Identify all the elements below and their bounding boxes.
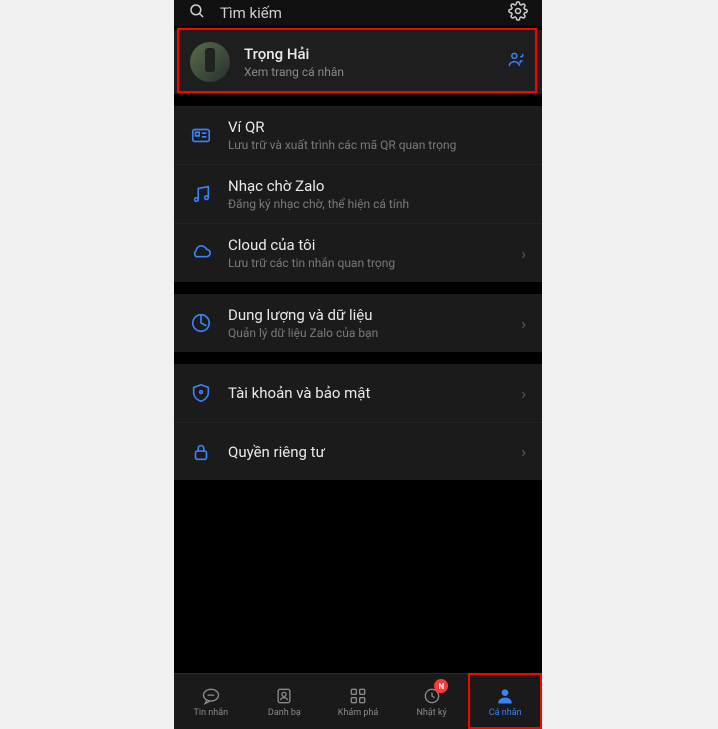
nav-label: Cá nhân bbox=[489, 708, 522, 718]
person-icon bbox=[495, 686, 515, 706]
profile-info: Trọng Hải Xem trang cá nhân bbox=[244, 45, 492, 79]
chevron-right-icon: › bbox=[521, 244, 526, 263]
cloud-icon bbox=[190, 242, 212, 264]
row-sub: Quản lý dữ liệu Zalo của bạn bbox=[228, 326, 505, 340]
row-title: Nhạc chờ Zalo bbox=[228, 177, 526, 195]
message-icon bbox=[201, 686, 221, 706]
nav-label: Tin nhắn bbox=[194, 708, 229, 718]
lock-icon bbox=[190, 441, 212, 463]
shield-icon bbox=[190, 382, 212, 404]
contacts-icon bbox=[274, 686, 294, 706]
nav-contacts[interactable]: Danh bạ bbox=[248, 674, 322, 729]
qr-icon bbox=[190, 124, 212, 146]
row-privacy[interactable]: Quyền riêng tư › bbox=[174, 422, 542, 480]
row-storage[interactable]: Dung lượng và dữ liệu Quản lý dữ liệu Za… bbox=[174, 294, 542, 352]
nav-diary[interactable]: Nhật ký N bbox=[395, 674, 469, 729]
row-title: Dung lượng và dữ liệu bbox=[228, 306, 505, 324]
row-music[interactable]: Nhạc chờ Zalo Đăng ký nhạc chờ, thể hiện… bbox=[174, 164, 542, 223]
profile-subtitle: Xem trang cá nhân bbox=[244, 65, 492, 79]
row-title: Ví QR bbox=[228, 118, 526, 136]
switch-account-icon[interactable] bbox=[506, 50, 526, 75]
row-title: Tài khoản và bảo mật bbox=[228, 384, 505, 402]
row-security[interactable]: Tài khoản và bảo mật › bbox=[174, 364, 542, 422]
nav-messages[interactable]: Tin nhắn bbox=[174, 674, 248, 729]
row-title: Quyền riêng tư bbox=[228, 443, 505, 461]
bottom-nav: Tin nhắn Danh bạ Khám phá Nhật ký N Cá bbox=[174, 673, 542, 729]
row-qr[interactable]: Ví QR Lưu trữ và xuất trình các mã QR qu… bbox=[174, 106, 542, 164]
nav-label: Danh bạ bbox=[268, 708, 301, 718]
chevron-right-icon: › bbox=[521, 442, 526, 461]
storage-icon bbox=[190, 312, 212, 334]
row-cloud[interactable]: Cloud của tôi Lưu trữ các tin nhắn quan … bbox=[174, 223, 542, 282]
row-sub: Đăng ký nhạc chờ, thể hiện cá tính bbox=[228, 197, 526, 211]
chevron-right-icon: › bbox=[521, 384, 526, 403]
search-input[interactable]: Tìm kiếm bbox=[220, 4, 494, 22]
row-title: Cloud của tôi bbox=[228, 236, 505, 254]
gear-icon[interactable] bbox=[508, 1, 528, 26]
profile-card[interactable]: Trọng Hải Xem trang cá nhân bbox=[174, 30, 542, 94]
music-icon bbox=[190, 183, 212, 205]
search-icon[interactable] bbox=[188, 2, 206, 25]
section-account: Tài khoản và bảo mật › Quyền riêng tư › bbox=[174, 364, 542, 480]
section-storage: Dung lượng và dữ liệu Quản lý dữ liệu Za… bbox=[174, 294, 542, 352]
row-sub: Lưu trữ các tin nhắn quan trọng bbox=[228, 256, 505, 270]
nav-label: Nhật ký bbox=[416, 708, 446, 718]
notification-badge: N bbox=[434, 679, 448, 693]
row-sub: Lưu trữ và xuất trình các mã QR quan trọ… bbox=[228, 138, 526, 152]
app-screen: Tìm kiếm Trọng Hải Xem trang cá nhân Ví … bbox=[174, 0, 542, 729]
avatar bbox=[190, 42, 230, 82]
discover-icon bbox=[348, 686, 368, 706]
nav-profile[interactable]: Cá nhân bbox=[468, 674, 542, 729]
profile-name: Trọng Hải bbox=[244, 45, 492, 63]
chevron-right-icon: › bbox=[521, 314, 526, 333]
nav-label: Khám phá bbox=[338, 708, 379, 718]
nav-discover[interactable]: Khám phá bbox=[321, 674, 395, 729]
section-features: Ví QR Lưu trữ và xuất trình các mã QR qu… bbox=[174, 106, 542, 282]
header-bar: Tìm kiếm bbox=[174, 0, 542, 26]
